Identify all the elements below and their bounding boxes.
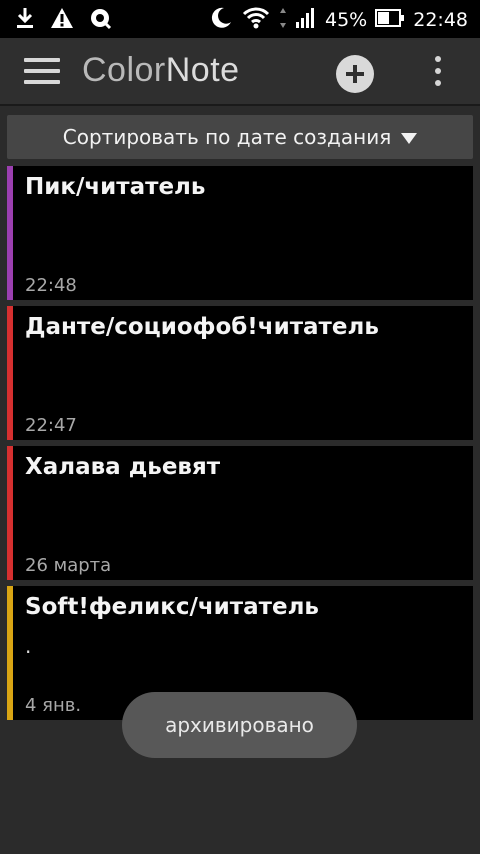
download-icon [14,6,36,34]
sort-label: Сортировать по дате создания [62,125,392,149]
note-title: Soft!феликс/читатель [25,594,319,620]
note-item[interactable]: Данте/социофоб!читатель 22:47 [7,306,473,440]
status-bar: 45% 22:48 [0,0,480,38]
app-title-note: Note [165,51,240,89]
menu-icon[interactable] [24,58,60,86]
clock: 22:48 [413,9,468,31]
plus-icon [346,65,364,83]
app-title-color: Color [82,51,166,89]
note-date: 4 янв. [25,695,82,716]
moon-icon [209,6,233,34]
dropdown-arrow-icon [401,132,418,144]
overflow-menu-icon[interactable] [430,56,446,90]
note-date: 22:48 [25,275,77,296]
app-title: ColorNote [82,51,240,90]
signal-icon [295,7,317,33]
toast-message: архивировано [122,692,357,758]
toast-text: архивировано [165,713,314,737]
sort-dropdown[interactable]: Сортировать по дате создания [7,115,473,159]
note-title: Пик/читатель [25,174,206,200]
note-title: Халава дьевят [25,454,221,480]
note-date: 26 марта [25,555,112,576]
note-body: . [25,634,32,658]
data-arrows-icon [279,7,287,33]
note-item[interactable]: Пик/читатель 22:48 [7,166,473,300]
note-title: Данте/социофоб!читатель [25,314,379,340]
battery-percent: 45% [325,9,368,31]
add-note-button[interactable] [336,55,374,93]
wifi-icon [241,6,271,34]
battery-icon [375,8,405,32]
note-date: 22:47 [25,415,77,436]
app-bar: ColorNote [0,38,480,106]
warning-icon [50,7,74,33]
sync-icon [88,6,112,34]
note-item[interactable]: Халава дьевят 26 марта [7,446,473,580]
